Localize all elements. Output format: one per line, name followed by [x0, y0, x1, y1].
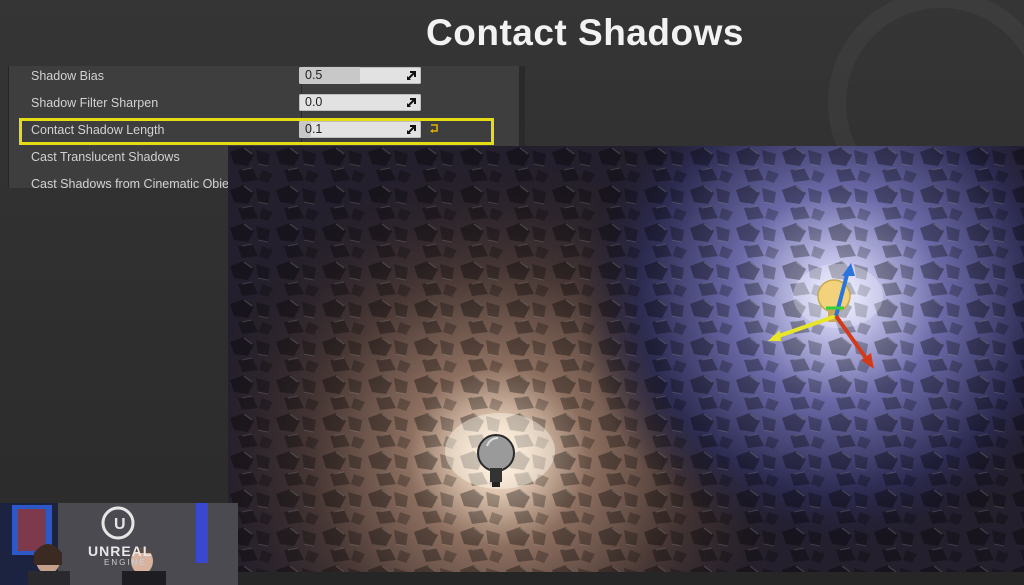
- property-label: Cast Translucent Shadows: [31, 150, 180, 164]
- bottom-strip: [228, 572, 1024, 585]
- slider-arrow-icon: [407, 98, 416, 107]
- webcam-logo-text: UNREAL: [88, 543, 153, 559]
- highlight-box: [19, 118, 494, 145]
- property-row-shadow-filter-sharpen: Shadow Filter Sharpen 0.0: [9, 91, 519, 118]
- webcam-overlay: U UNREAL ENGINE: [0, 503, 238, 585]
- property-row-shadow-bias: Shadow Bias 0.5: [9, 66, 519, 91]
- svg-text:U: U: [114, 516, 126, 533]
- shadow-filter-sharpen-slider[interactable]: 0.0: [299, 94, 421, 111]
- slider-value: 0.0: [305, 95, 323, 109]
- viewport-render: [228, 146, 1024, 572]
- shadow-bias-slider[interactable]: 0.5: [299, 67, 421, 84]
- slide-title: Contact Shadows: [426, 12, 744, 53]
- scene-viewport[interactable]: [228, 146, 1024, 572]
- property-label: Shadow Bias: [31, 69, 104, 83]
- slider-arrow-icon: [407, 71, 416, 80]
- property-label: Shadow Filter Sharpen: [31, 96, 159, 110]
- webcam-logo-subtext: ENGINE: [104, 558, 147, 567]
- slider-value: 0.5: [305, 68, 323, 82]
